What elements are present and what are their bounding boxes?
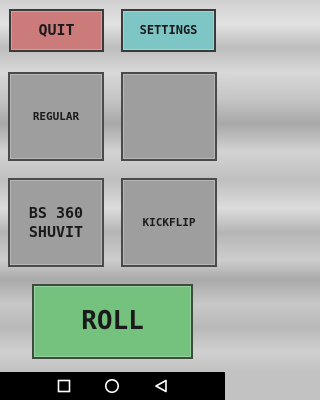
trick-slot-4-line1: KICKFLIP xyxy=(142,215,196,229)
trick-slot-4[interactable]: KICKFLIP xyxy=(121,178,217,267)
trick-slot-3-line2: SHUVIT xyxy=(28,222,84,241)
settings-label: SETTINGS xyxy=(139,23,198,37)
back-button[interactable] xyxy=(149,374,173,398)
trick-slot-1[interactable]: REGULAR xyxy=(8,72,104,161)
roll-button[interactable]: ROLL xyxy=(32,284,193,359)
triangle-back-icon xyxy=(155,379,167,393)
trick-slot-1-line1: REGULAR xyxy=(32,109,80,123)
android-navigation-bar xyxy=(0,372,225,400)
roll-label: ROLL xyxy=(81,306,144,337)
trick-slot-2[interactable] xyxy=(121,72,217,161)
circle-icon xyxy=(105,379,120,393)
home-button[interactable] xyxy=(100,374,124,398)
square-icon xyxy=(57,379,71,393)
trick-slot-3-line1: BS 360 xyxy=(28,203,84,222)
trick-slot-3[interactable]: BS 360 SHUVIT xyxy=(8,178,104,267)
quit-button[interactable]: QUIT xyxy=(9,9,104,52)
settings-button[interactable]: SETTINGS xyxy=(121,9,216,52)
quit-label: QUIT xyxy=(38,21,75,40)
recents-button[interactable] xyxy=(52,374,76,398)
